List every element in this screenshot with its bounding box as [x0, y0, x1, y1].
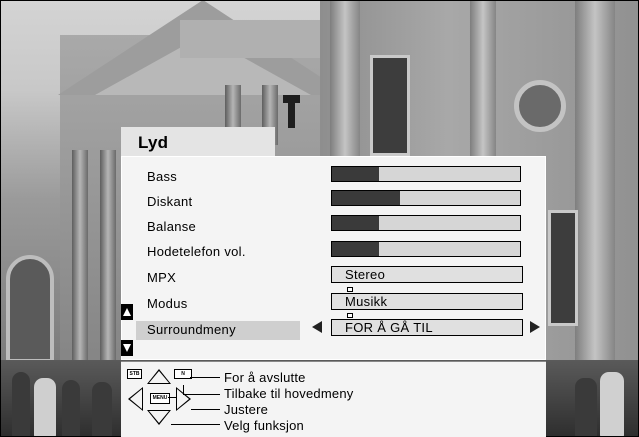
- stb-key-icon: STB: [127, 369, 142, 379]
- mode-indicator-icon: [347, 287, 363, 318]
- help-adjust: Justere: [224, 402, 269, 417]
- menu-key-icon: MENU: [150, 393, 170, 404]
- mpx-value[interactable]: Stereo: [331, 266, 523, 283]
- up-key-icon: [147, 369, 171, 384]
- treble-slider-fill: [332, 191, 400, 205]
- rose-window: [514, 80, 566, 132]
- help-exit: For å avslutte: [224, 370, 306, 385]
- balance-slider[interactable]: [331, 215, 521, 231]
- treble-slider[interactable]: [331, 190, 521, 206]
- leader-line: [183, 394, 220, 395]
- menu-item-headphone-volume[interactable]: Hodetelefon vol.: [147, 244, 246, 259]
- person: [34, 378, 56, 437]
- left-key-icon: [128, 387, 143, 411]
- menu-item-bass[interactable]: Bass: [147, 169, 177, 184]
- person: [62, 380, 80, 437]
- leader-line: [190, 377, 220, 378]
- headphone-volume-slider-fill: [332, 242, 379, 256]
- mode-value[interactable]: Musikk: [331, 293, 523, 310]
- help-back-to-main: Tilbake til hovedmeny: [224, 386, 354, 401]
- scroll-up-icon[interactable]: [121, 304, 133, 320]
- balance-slider-fill: [332, 216, 379, 230]
- menu-item-surround[interactable]: Surroundmeny: [147, 322, 236, 337]
- person: [12, 372, 30, 437]
- building-attic: [180, 20, 320, 58]
- scroll-down-icon[interactable]: [121, 340, 133, 356]
- right-arrow-icon[interactable]: [530, 321, 540, 333]
- arch-window: [6, 255, 54, 363]
- bass-slider[interactable]: [331, 166, 521, 182]
- window: [548, 210, 578, 326]
- person: [575, 378, 597, 437]
- surround-submenu-value[interactable]: FOR Å GÅ TIL: [331, 319, 523, 336]
- column: [100, 150, 116, 380]
- person: [92, 382, 112, 437]
- mpx-indicator-icon: [347, 261, 363, 292]
- menu-item-mpx[interactable]: MPX: [147, 270, 176, 285]
- left-arrow-icon[interactable]: [312, 321, 322, 333]
- leader-line: [183, 385, 184, 394]
- lamp-head: [283, 95, 300, 103]
- column: [72, 150, 88, 380]
- leader-line: [168, 397, 176, 398]
- bass-slider-fill: [332, 167, 379, 181]
- help-select-function: Velg funksjon: [224, 418, 304, 433]
- down-key-icon: [147, 410, 171, 425]
- headphone-volume-slider[interactable]: [331, 241, 521, 257]
- menu-title: Lyd: [138, 133, 169, 152]
- leader-line: [191, 409, 220, 410]
- window: [370, 55, 410, 156]
- person: [600, 372, 624, 437]
- menu-item-mode[interactable]: Modus: [147, 296, 188, 311]
- leader-line: [171, 424, 220, 425]
- menu-item-treble[interactable]: Diskant: [147, 194, 192, 209]
- menu-item-balance[interactable]: Balanse: [147, 219, 196, 234]
